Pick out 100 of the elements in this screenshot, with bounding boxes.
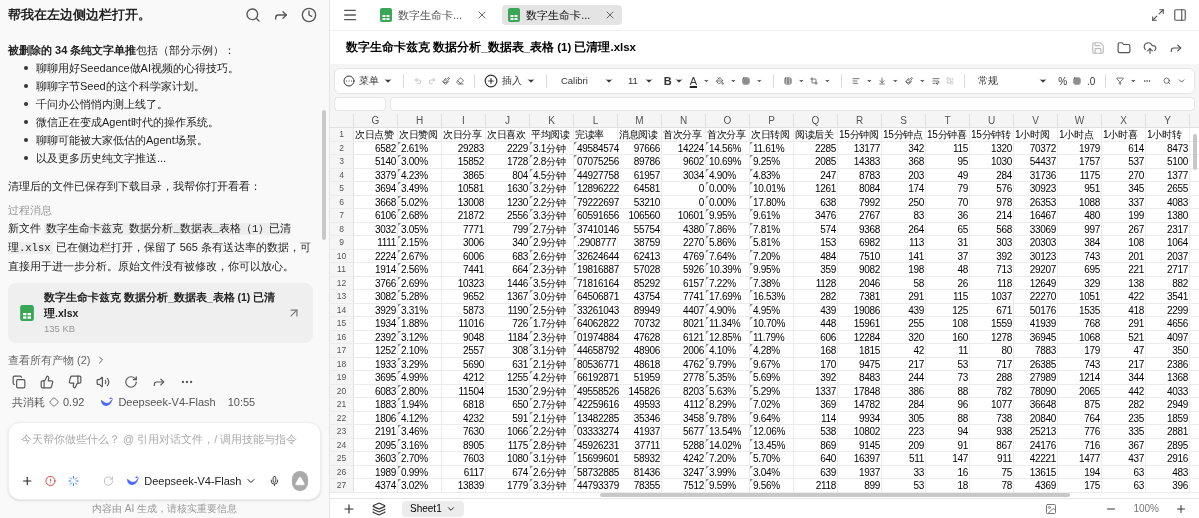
text-number-marker-icon [398, 209, 401, 212]
copy-icon[interactable] [12, 375, 26, 389]
row-number[interactable]: 19 [330, 371, 354, 384]
column-header[interactable]: W [1058, 114, 1102, 127]
upload-icon[interactable] [1143, 40, 1157, 55]
row-number[interactable]: 5 [330, 182, 354, 195]
chat-input-box[interactable]: 今天帮你做些什么？ @ 引用对话文件，/ 调用技能与指令 Deepseek-V4-Flash [8, 422, 321, 500]
alert-icon[interactable] [45, 474, 57, 488]
font-size-dropdown[interactable]: 11 [623, 73, 658, 89]
artifacts-link[interactable]: 查看所有产物 (2) [8, 351, 321, 369]
menu-button[interactable]: 菜单 [343, 73, 393, 89]
row-number[interactable]: 3 [330, 155, 354, 168]
column-header[interactable]: R [838, 114, 882, 127]
row-number[interactable]: 15 [330, 317, 354, 330]
history-icon[interactable] [301, 7, 317, 23]
dropdown-caret-icon[interactable] [603, 76, 614, 86]
column-header[interactable]: N [662, 114, 706, 127]
speaker-icon[interactable] [96, 375, 110, 389]
column-header[interactable]: U [970, 114, 1014, 127]
merge-cells-icon[interactable] [945, 75, 954, 87]
column-header[interactable]: T [926, 114, 970, 127]
table-cell: 640 [820, 452, 836, 465]
column-header[interactable]: Q [794, 114, 838, 127]
name-box-field[interactable] [334, 97, 386, 111]
column-header[interactable]: M [618, 114, 662, 127]
row-number[interactable]: 17 [330, 344, 354, 357]
row-number[interactable]: 21 [330, 398, 354, 411]
column-header[interactable]: O [706, 114, 750, 127]
dropdown-caret-icon[interactable] [673, 76, 684, 86]
table-cell: 14.56% [709, 141, 742, 154]
menu-icon[interactable] [342, 7, 358, 23]
column-header[interactable]: V [1014, 114, 1058, 127]
view-icon[interactable] [1045, 502, 1058, 515]
row-number[interactable]: 7 [330, 209, 354, 222]
column-header[interactable]: Y [1146, 114, 1190, 127]
folder-icon[interactable] [1117, 40, 1131, 55]
text-number-marker-icon [530, 384, 533, 388]
table-cell: 10581 [457, 182, 484, 195]
row-number[interactable]: 25 [330, 452, 354, 465]
dropdown-caret-icon[interactable] [526, 76, 537, 86]
column-header[interactable]: S [882, 114, 926, 127]
vertical-scrollbar-thumb[interactable] [1193, 134, 1197, 170]
font-dropdown[interactable]: Calibri [556, 73, 618, 89]
row-number[interactable]: 1 [330, 128, 354, 141]
regenerate-icon[interactable] [124, 375, 138, 389]
table-cell: 160 [952, 330, 968, 343]
formula-bar-field[interactable] [390, 97, 1195, 111]
percent-button[interactable]: % [1058, 73, 1068, 89]
row-number[interactable]: 27 [330, 479, 354, 492]
search-icon[interactable] [245, 7, 261, 23]
expand-icon[interactable] [1151, 8, 1165, 22]
fill-color-icon[interactable] [715, 75, 724, 87]
column-header[interactable]: L [574, 114, 618, 127]
row-number[interactable]: 9 [330, 236, 354, 249]
bold-button[interactable]: B [663, 72, 684, 90]
thumbs-down-icon[interactable] [68, 375, 82, 389]
dropdown-caret-icon[interactable] [383, 76, 393, 86]
column-header[interactable]: K [530, 114, 574, 127]
model-selector[interactable]: Deepseek-V4-Flash [126, 472, 258, 490]
scrollbar-thumb[interactable] [322, 110, 326, 240]
decimal-button[interactable]: .0 [1087, 73, 1096, 89]
text-number-marker-icon [398, 141, 401, 145]
chat-input-field[interactable]: 今天帮你做些什么？ @ 引用对话文件，/ 调用技能与指令 [21, 431, 308, 448]
wrap-text-icon[interactable] [931, 75, 940, 87]
dropdown-caret-icon[interactable] [643, 76, 654, 86]
column-header[interactable]: X [1102, 114, 1146, 127]
filter-icon[interactable] [1116, 75, 1125, 87]
share-icon[interactable] [152, 375, 166, 389]
text-number-marker-icon [530, 425, 533, 428]
add-sheet-icon[interactable] [342, 501, 356, 516]
table-cell: 78 [1001, 479, 1012, 492]
font-color-button[interactable]: A [689, 72, 698, 90]
column-header[interactable]: H [398, 114, 442, 127]
dropdown-caret-icon[interactable] [1038, 76, 1049, 86]
crop-icon[interactable] [810, 75, 819, 87]
search-icon[interactable] [1162, 75, 1171, 87]
column-header[interactable]: I [442, 114, 486, 127]
insert-button[interactable]: 插入 [484, 73, 537, 89]
text-number-marker-icon [574, 317, 577, 320]
vertical-align-icon[interactable] [878, 75, 887, 87]
bullet-item: 千问办公悄悄内测上线了。 [24, 95, 321, 113]
layers-icon[interactable] [372, 501, 386, 516]
file-tab[interactable]: 数字生命卡... [502, 5, 623, 25]
sheet-tab[interactable]: Sheet1 [402, 500, 464, 517]
format-painter-icon[interactable] [441, 75, 450, 87]
eraser-icon[interactable] [455, 75, 464, 87]
column-header[interactable]: P [750, 114, 794, 127]
column-header[interactable]: G [354, 114, 398, 127]
column-header[interactable]: J [486, 114, 530, 127]
number-format-dropdown[interactable]: 常规 [974, 73, 1053, 89]
align-icon[interactable] [851, 75, 860, 87]
panel-icon[interactable] [1173, 8, 1187, 22]
row-number[interactable]: 13 [330, 290, 354, 303]
microphone-icon[interactable] [269, 474, 281, 488]
zoom-in-icon[interactable] [1175, 502, 1187, 515]
row-number[interactable]: 11 [330, 263, 354, 276]
thumbs-up-icon[interactable] [40, 375, 54, 389]
file-card[interactable]: 数字生命卡兹克 数据分析_数据表_表格 (1) 已清理.xlsx 135 KB [8, 283, 313, 343]
row-number[interactable]: 23 [330, 425, 354, 438]
table-cell: 614 [1128, 141, 1144, 154]
